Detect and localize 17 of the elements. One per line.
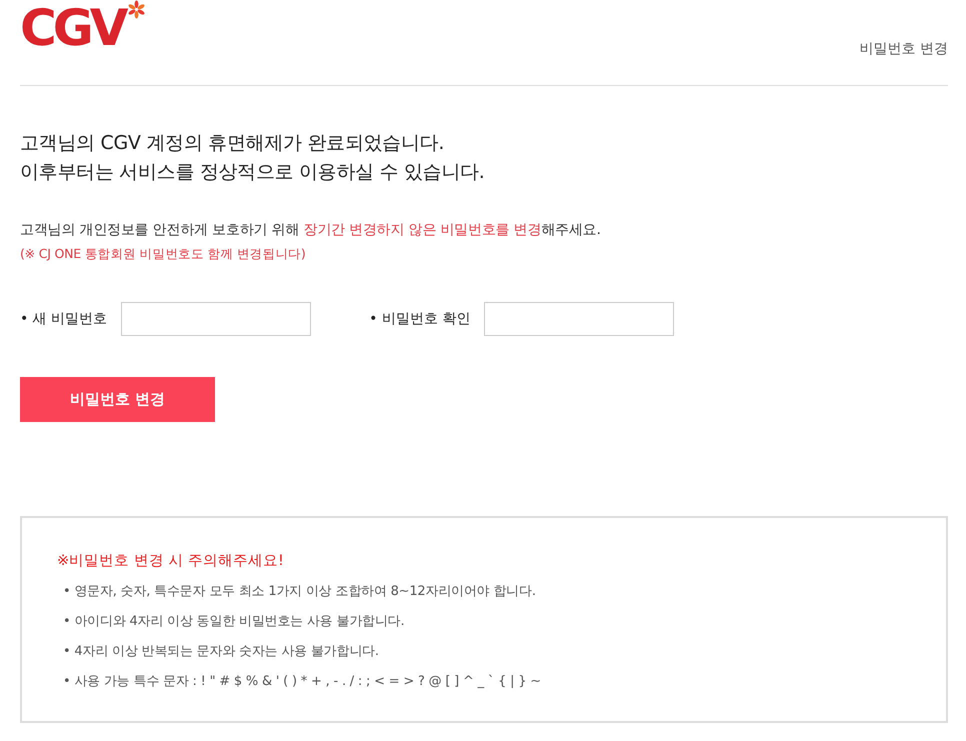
field-label: • 새 비밀번호 xyxy=(20,310,108,329)
field-label: • 비밀번호 확인 xyxy=(369,310,470,329)
notice-text: 고객님의 개인정보를 안전하게 보호하기 위해 장기간 변경하지 않은 비밀번호를 변경해주세요. xyxy=(20,221,601,240)
rule-text: • 영문자, 숫자, 특수문자 모두 최소 1가지 이상 조합하여 8~12자리이어야 합니다. xyxy=(62,583,536,601)
caution-title: ※비밀번호 변경 시 주의해주세요! xyxy=(57,552,284,571)
headline-text: 고객님의 CGV 계정의 휴면해제가 완료되었습니다. xyxy=(20,131,444,156)
headline-text: 이후부터는 서비스를 정상적으로 이용하실 수 있습니다. xyxy=(20,160,485,185)
rule-text: • 사용 가능 특수 문자 : ! " # $ % & ' ( ) * + , - . / : ; < = > ? @ [ ] ^ _ ` { | } ~ xyxy=(62,673,541,691)
flower-icon xyxy=(127,0,146,19)
password-field[interactable] xyxy=(121,302,312,336)
change-password-button[interactable]: 비밀번호 변경 xyxy=(20,377,215,422)
password-field[interactable] xyxy=(484,302,674,336)
notice-note: (※ CJ ONE 통합회원 비밀번호도 함께 변경됩니다) xyxy=(20,245,306,263)
cgv-logo-text[interactable]: CGV xyxy=(20,3,128,53)
rule-text: • 4자리 이상 반복되는 문자와 숫자는 사용 불가합니다. xyxy=(62,643,379,661)
page-title: 비밀번호 변경 xyxy=(860,40,948,59)
rule-text: • 아이디와 4자리 이상 동일한 비밀번호는 사용 불가합니다. xyxy=(62,613,404,631)
